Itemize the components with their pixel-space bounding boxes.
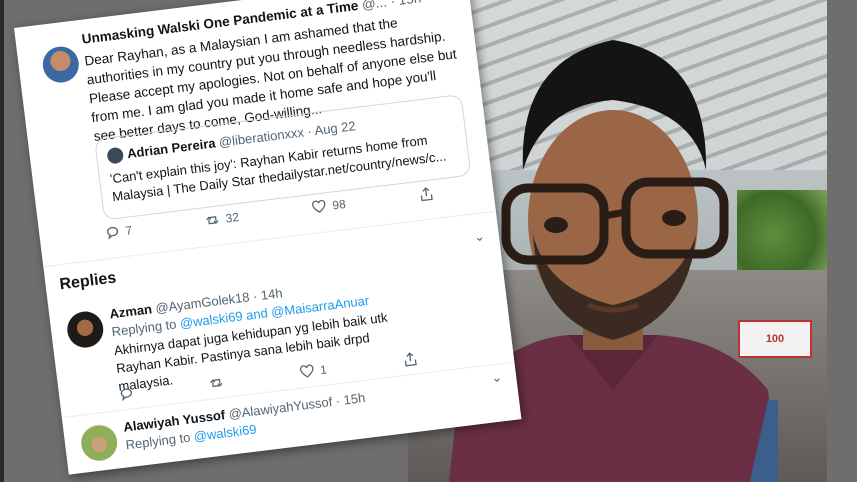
reply-icon bbox=[120, 388, 132, 402]
retweet-icon bbox=[206, 216, 219, 225]
right-edge bbox=[827, 0, 857, 482]
share-button[interactable] bbox=[402, 351, 418, 367]
retweet-icon bbox=[210, 378, 223, 388]
heart-icon bbox=[300, 364, 314, 378]
quote-author-name: Adrian Pereira bbox=[126, 135, 217, 162]
heart-icon bbox=[312, 199, 326, 213]
share-button[interactable] bbox=[418, 186, 434, 202]
like-button[interactable]: 98 bbox=[312, 197, 347, 215]
tweet-screenshot: Unmasking Walski One Pandemic at a Time … bbox=[14, 0, 522, 475]
quote-avatar bbox=[106, 146, 125, 165]
like-count: 98 bbox=[331, 196, 347, 213]
quote-handle: @liberationxxx bbox=[218, 124, 305, 150]
retweet-button[interactable]: 32 bbox=[205, 210, 240, 228]
chevron-down-icon[interactable]: ⌄ bbox=[490, 369, 503, 386]
like-button[interactable]: 1 bbox=[299, 362, 328, 379]
reply-author-name[interactable]: Azman bbox=[109, 301, 153, 321]
author-handle[interactable]: @... bbox=[361, 0, 388, 12]
replies-heading: Replies bbox=[58, 269, 118, 294]
reply-button[interactable] bbox=[119, 386, 135, 402]
chevron-down-icon[interactable]: ⌄ bbox=[443, 0, 456, 3]
like-count: 1 bbox=[319, 362, 328, 378]
reply-icon bbox=[106, 226, 119, 240]
retweet-count: 32 bbox=[224, 210, 240, 226]
retweet-button[interactable] bbox=[209, 375, 225, 391]
quote-time: · Aug 22 bbox=[306, 118, 357, 139]
reply-avatar[interactable] bbox=[65, 309, 106, 350]
mention-and: and bbox=[245, 305, 269, 323]
tweet-time[interactable]: · 15h bbox=[390, 0, 422, 9]
share-icon bbox=[420, 187, 433, 202]
left-edge bbox=[0, 0, 4, 482]
reply-avatar[interactable] bbox=[79, 422, 120, 463]
chevron-down-icon[interactable]: ⌄ bbox=[473, 228, 486, 245]
reply-button[interactable]: 7 bbox=[105, 223, 133, 240]
share-icon bbox=[404, 352, 417, 367]
author-avatar[interactable] bbox=[40, 44, 81, 85]
reply-count: 7 bbox=[124, 223, 134, 238]
